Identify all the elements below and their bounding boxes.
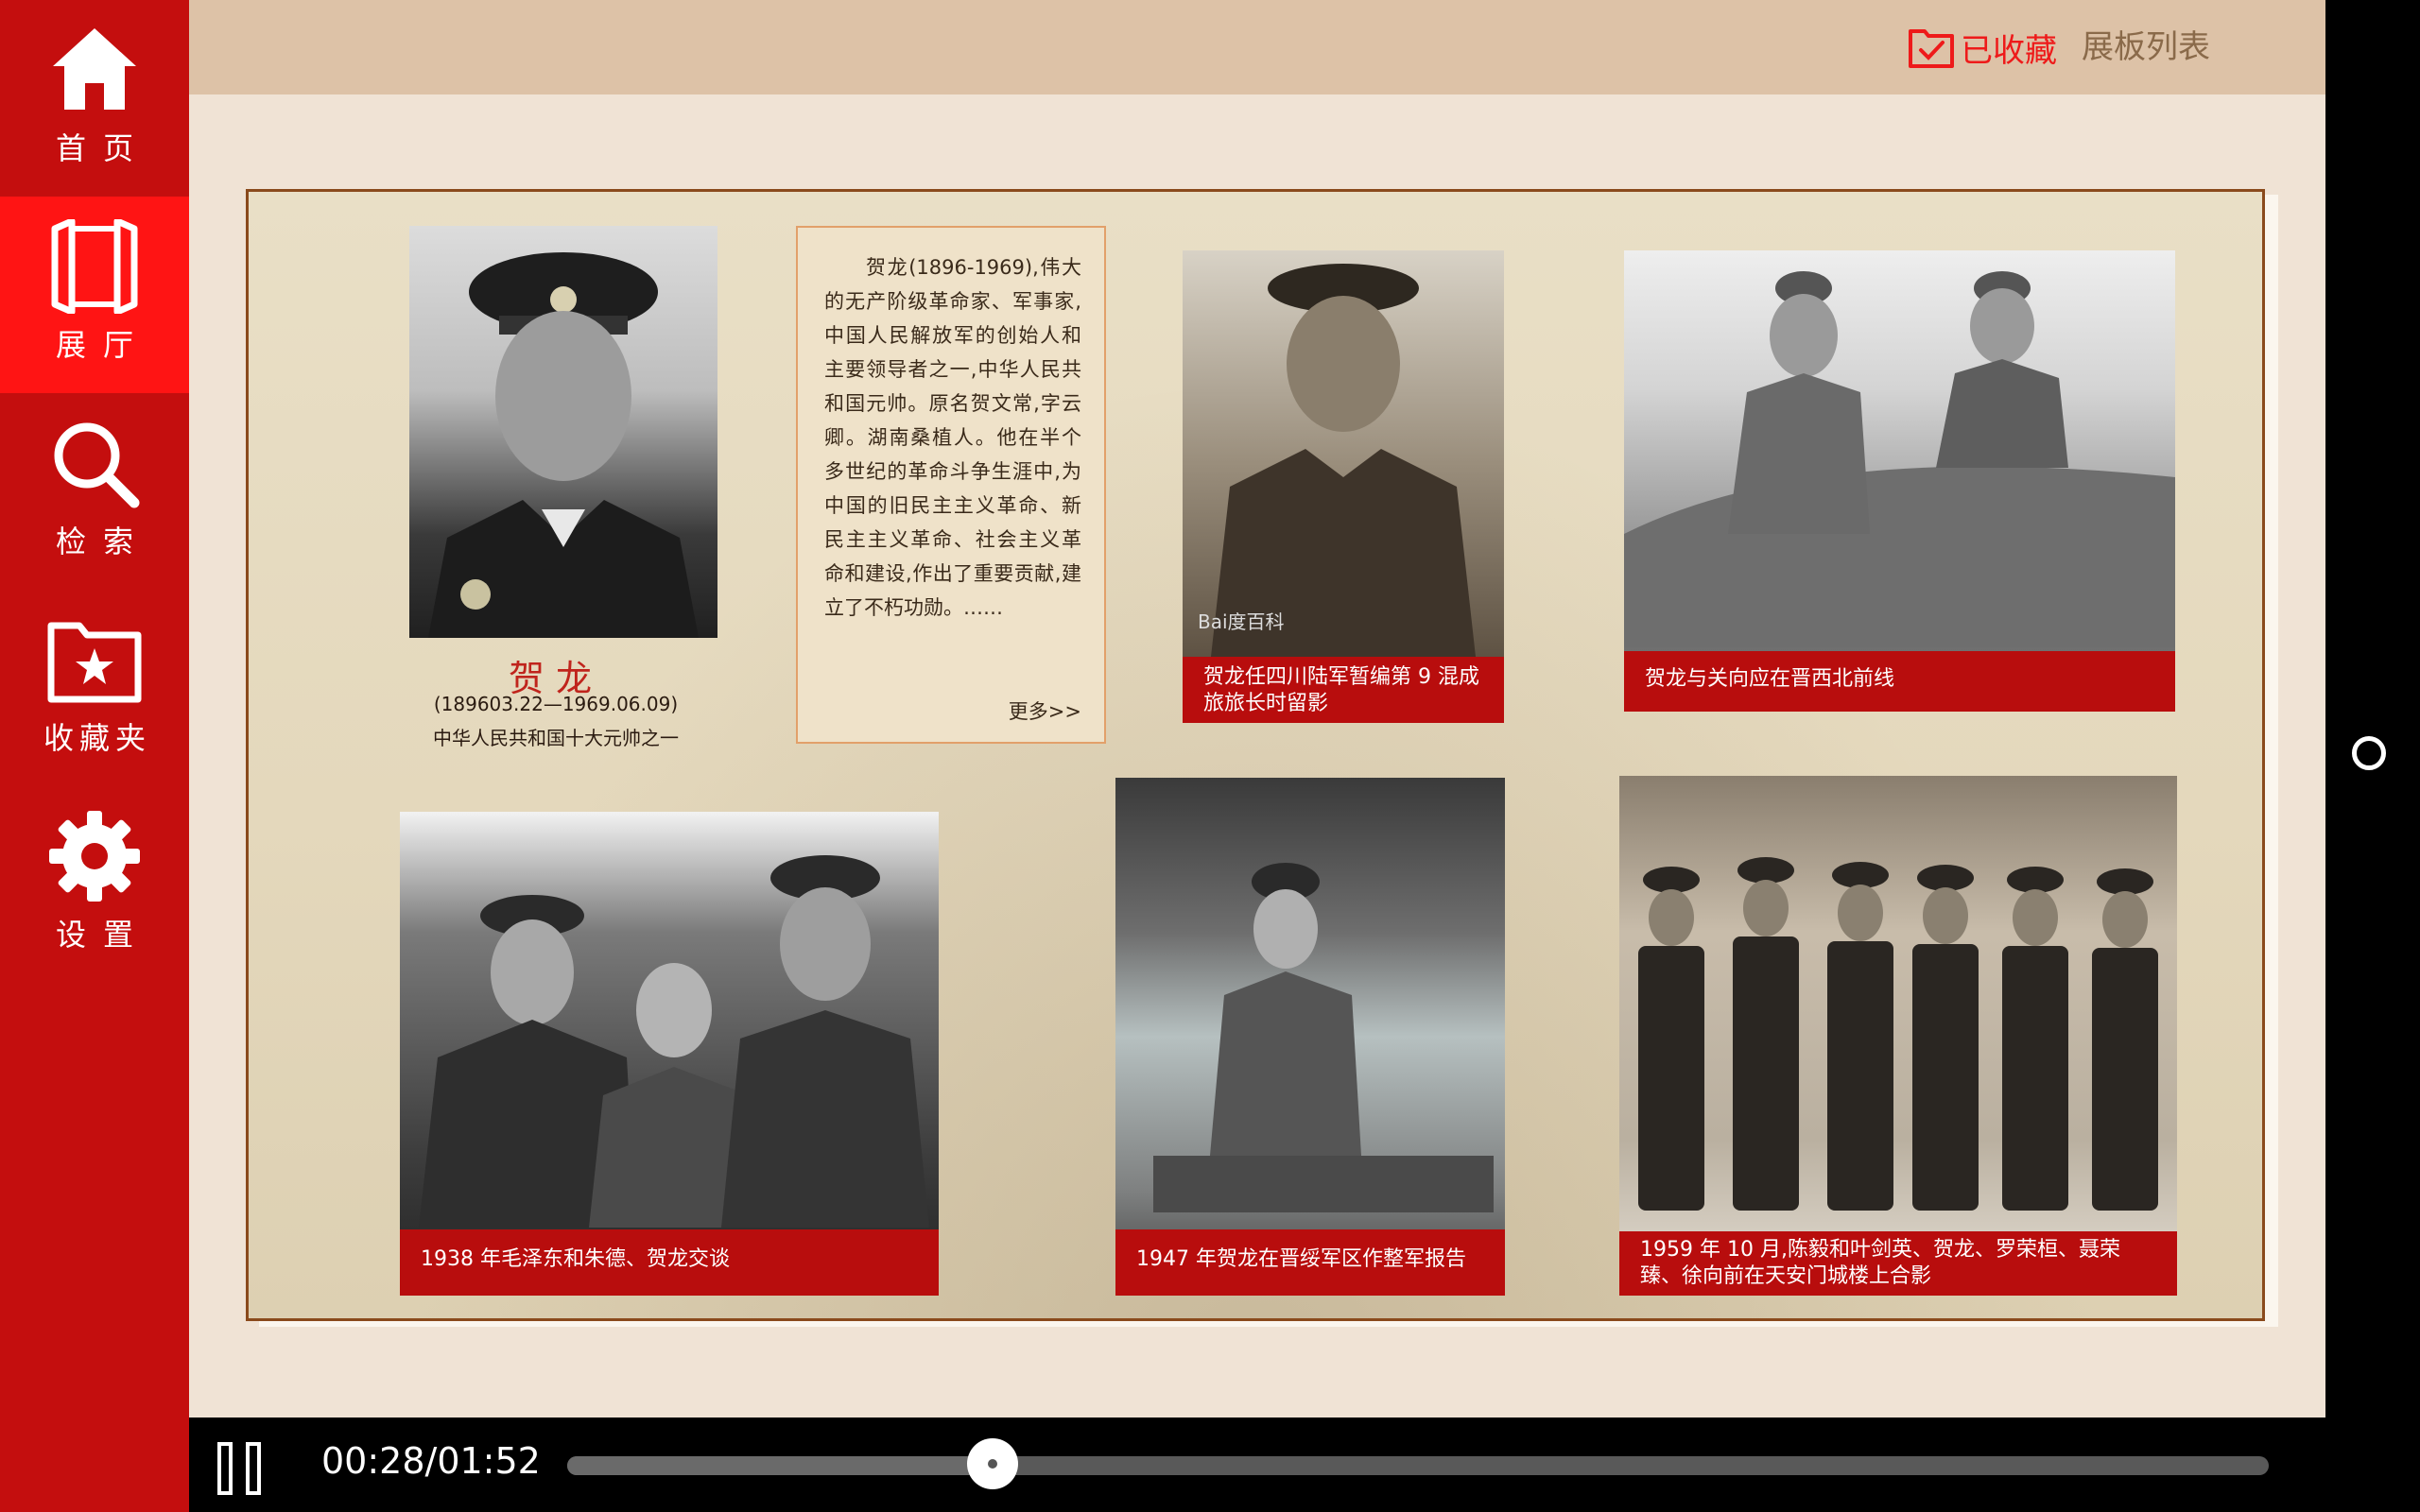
nav-label-search: 检索 [55,524,150,559]
nav-item-search[interactable]: 检索 [0,393,189,590]
time-separator: / [424,1440,438,1482]
portrait-figure-image [428,252,699,638]
favorited-label: 已收藏 [1961,31,2057,70]
caption-1959-tiananmen: 1959 年 10 月,陈毅和叶剑英、贺龙、罗荣桓、聂荣臻、徐向前在天安门城楼上… [1619,1231,2177,1296]
nav-item-home[interactable]: 首页 [0,0,189,197]
board-list-button[interactable]: 展板列表 [2082,21,2210,74]
favorite-check-folder-icon [1909,29,1954,68]
progress-track[interactable] [567,1438,2269,1489]
playback-time: 00:28/01:52 [321,1440,541,1482]
photo-two-soldiers-image [1624,271,2175,647]
favorited-button[interactable]: 已收藏 [1908,21,2057,74]
photo-sichuan-brigade[interactable]: Bai度百科 贺龙任四川陆军暂编第 9 混成旅旅长时留影 [1183,250,1504,723]
search-icon [54,422,140,508]
nav-label-exhibition-hall: 展厅 [55,327,150,363]
photo-speaker-image [1153,863,1494,1212]
sidebar: 首页 展厅 检索 收藏夹 设置 [0,0,189,1512]
total-duration: 01:52 [437,1440,541,1482]
gear-icon [49,811,140,902]
photo-watermark: Bai度百科 [1198,610,1285,633]
photo-northwest-front[interactable]: 贺龙与关向应在晋西北前线 [1624,250,2175,712]
favorites-folder-icon [47,622,142,703]
photo-three-leaders-image [419,855,929,1228]
nav-label-settings: 设置 [55,917,150,953]
nav-item-favorites[interactable]: 收藏夹 [0,590,189,786]
biography-text: 贺龙(1896-1969),伟大的无产阶级革命家、军事家,中国人民解放军的创始人… [824,256,1081,619]
photo-1938-talk[interactable]: 1938 年毛泽东和朱德、贺龙交谈 [400,812,939,1296]
person-dates: (189603.22—1969.06.09) [433,693,679,715]
caption-northwest-front: 贺龙与关向应在晋西北前线 [1624,651,2175,712]
photo-1947-report[interactable]: 1947 年贺龙在晋绥军区作整军报告 [1115,778,1505,1296]
main-content: 已收藏 展板列表 贺龙 (189603.22—1969.06.09) 中华人民共… [189,0,2325,1418]
caption-sichuan-brigade: 贺龙任四川陆军暂编第 9 混成旅旅长时留影 [1183,657,1504,723]
floating-circle-button[interactable] [2352,736,2386,770]
person-subtitle: 中华人民共和国十大元帅之一 [433,727,679,749]
photo-1959-tiananmen[interactable]: 1959 年 10 月,陈毅和叶剑英、贺龙、罗荣桓、聂荣臻、徐向前在天安门城楼上… [1619,776,2177,1296]
portrait-photo [409,226,717,638]
nav-item-settings[interactable]: 设置 [0,786,189,983]
photo-six-marshals-image [1638,857,2158,1211]
top-bar: 已收藏 展板列表 [189,0,2325,94]
nav-item-exhibition-hall[interactable]: 展厅 [0,197,189,393]
current-time: 00:28 [321,1440,425,1482]
progress-knob[interactable] [967,1438,1018,1489]
exhibit-board: 贺龙 (189603.22—1969.06.09) 中华人民共和国十大元帅之一 … [246,189,2265,1321]
exhibition-hall-icon [51,219,138,314]
home-icon [53,28,136,110]
caption-1947-report: 1947 年贺龙在晋绥军区作整军报告 [1115,1229,1505,1296]
audio-player-bar: 00:28/01:52 [189,1418,2325,1512]
biography-box: 贺龙(1896-1969),伟大的无产阶级革命家、军事家,中国人民解放军的创始人… [796,226,1106,744]
nav-label-favorites: 收藏夹 [43,720,151,756]
progress-fill [567,1456,993,1475]
more-link[interactable]: 更多>> [1009,696,1081,725]
pause-icon[interactable] [214,1442,267,1495]
caption-1938-talk: 1938 年毛泽东和朱德、贺龙交谈 [400,1229,939,1296]
nav-label-home: 首页 [55,130,150,166]
photo-soldier-portrait-image: Bai度百科 [1198,264,1476,657]
